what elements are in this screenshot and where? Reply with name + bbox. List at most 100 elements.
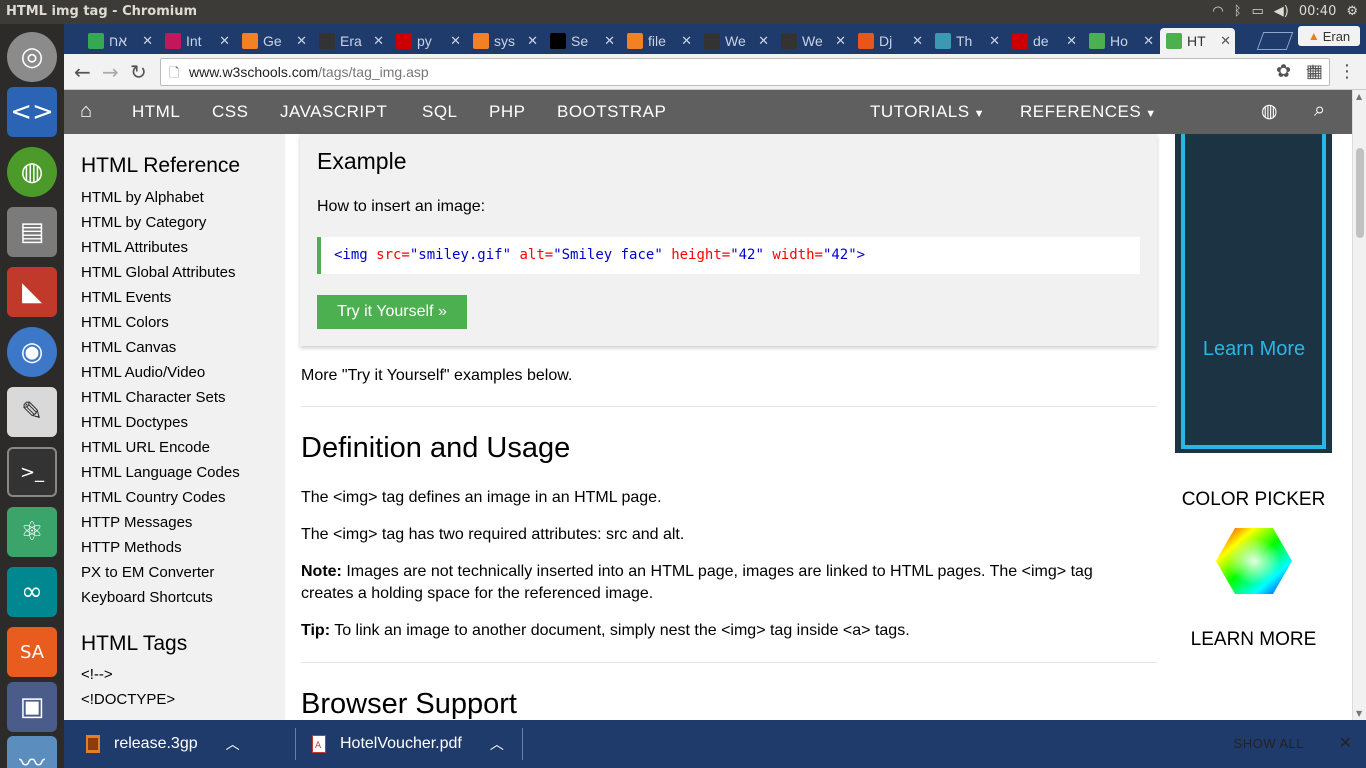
tab-close-icon[interactable]: ✕ (835, 33, 846, 49)
tab-close-icon[interactable]: ✕ (1220, 33, 1231, 49)
red-app-icon[interactable]: ◣ (7, 267, 57, 317)
advertisement[interactable]: Learn More (1175, 134, 1332, 453)
tab-5[interactable]: py ✕ (390, 28, 465, 54)
sidebar-link[interactable]: HTTP Methods (81, 539, 182, 556)
tab-15[interactable]: HT ✕ (1160, 28, 1235, 54)
nav-css[interactable]: CSS (212, 102, 248, 122)
tab-close-icon[interactable]: ✕ (604, 33, 615, 49)
nav-sql[interactable]: SQL (422, 102, 458, 122)
sidebar-link[interactable]: HTTP Messages (81, 514, 192, 531)
settings-gear-icon[interactable]: ⚙ (1346, 4, 1358, 19)
sidebar-link[interactable]: HTML Colors (81, 314, 169, 331)
try-it-yourself-button[interactable]: Try it Yourself » (317, 295, 467, 329)
chevron-up-icon[interactable]: ︿ (490, 734, 504, 754)
back-arrow-icon[interactable]: ← (74, 60, 91, 84)
color-wheel-icon[interactable] (1215, 526, 1293, 596)
nav-html[interactable]: HTML (132, 102, 180, 122)
sidebar-tag-doctype[interactable]: <!DOCTYPE> (81, 691, 175, 708)
tab-2[interactable]: Int ✕ (159, 28, 234, 54)
tab-close-icon[interactable]: ✕ (527, 33, 538, 49)
profile-button[interactable]: ▲ Eran (1298, 26, 1360, 46)
tab-14[interactable]: Ho ✕ (1083, 28, 1158, 54)
tab-12[interactable]: Th ✕ (929, 28, 1004, 54)
nav-tutorials-dropdown[interactable]: TUTORIALS ▼ (870, 102, 985, 122)
ad-learn-more[interactable]: Learn More (1179, 338, 1329, 361)
home-icon[interactable]: ⌂ (80, 100, 92, 123)
sidebar-link[interactable]: PX to EM Converter (81, 564, 214, 581)
tab-close-icon[interactable]: ✕ (1066, 33, 1077, 49)
forward-arrow-icon[interactable]: → (102, 60, 119, 84)
tab-close-icon[interactable]: ✕ (373, 33, 384, 49)
tab-1[interactable]: אח ✕ (82, 28, 157, 54)
remote-desktop-icon[interactable]: ▣ (7, 682, 57, 732)
show-all-downloads-button[interactable]: SHOW ALL (1234, 736, 1304, 751)
nav-php[interactable]: PHP (489, 102, 525, 122)
tab-6[interactable]: sys ✕ (467, 28, 542, 54)
page-info-icon[interactable]: 🗋 (169, 64, 179, 86)
sidebar-link[interactable]: HTML URL Encode (81, 439, 210, 456)
ubuntu-icon[interactable]: ◎ (7, 32, 57, 82)
chevron-up-icon[interactable]: ︿ (226, 734, 240, 754)
tab-close-icon[interactable]: ✕ (681, 33, 692, 49)
apps-grid-icon[interactable]: ▦ (1306, 61, 1323, 82)
tab-4[interactable]: Era ✕ (313, 28, 388, 54)
clock[interactable]: 00:40 (1299, 4, 1336, 19)
arduino-icon[interactable]: ∞ (7, 567, 57, 617)
tab-8[interactable]: file ✕ (621, 28, 696, 54)
page-scrollbar[interactable]: ▲ ▼ (1352, 90, 1366, 720)
tab-close-icon[interactable]: ✕ (758, 33, 769, 49)
tab-13[interactable]: de ✕ (1006, 28, 1081, 54)
system-monitor-icon[interactable]: 〰 (7, 736, 57, 768)
chromium-icon[interactable]: ◉ (7, 327, 57, 377)
tab-11[interactable]: Dj ✕ (852, 28, 927, 54)
tab-close-icon[interactable]: ✕ (450, 33, 461, 49)
download-item-release[interactable]: release.3gp ︿ (86, 720, 240, 768)
sidebar-link[interactable]: HTML by Alphabet (81, 189, 204, 206)
scroll-down-arrow-icon[interactable]: ▼ (1356, 709, 1362, 718)
sidebar-link[interactable]: Keyboard Shortcuts (81, 589, 213, 606)
close-icon[interactable]: ✕ (1339, 733, 1352, 753)
tab-close-icon[interactable]: ✕ (989, 33, 1000, 49)
sidebar-tag-comment[interactable]: <!--> (81, 666, 113, 683)
reload-icon[interactable]: ↻ (130, 60, 147, 84)
sidebar-link[interactable]: HTML Character Sets (81, 389, 226, 406)
color-picker-label[interactable]: COLOR PICKER (1175, 489, 1332, 511)
sidebar-link[interactable]: HTML by Category (81, 214, 206, 231)
extension-icon[interactable]: ✿ (1276, 61, 1291, 82)
tab-close-icon[interactable]: ✕ (912, 33, 923, 49)
nav-bootstrap[interactable]: BOOTSTRAP (557, 102, 666, 122)
search-icon[interactable]: ⌕ (1314, 99, 1326, 122)
tab-close-icon[interactable]: ✕ (219, 33, 230, 49)
file-manager-icon[interactable]: ▤ (7, 207, 57, 257)
tab-close-icon[interactable]: ✕ (1143, 33, 1154, 49)
nav-javascript[interactable]: JAVASCRIPT (280, 102, 387, 122)
tab-10[interactable]: We ✕ (775, 28, 850, 54)
address-bar[interactable]: 🗋 www.w3schools.com/tags/tag_img.asp ☆ (160, 58, 1330, 86)
terminal-icon[interactable]: >_ (7, 447, 57, 497)
scrollbar-thumb[interactable] (1356, 148, 1364, 238)
sidebar-link[interactable]: HTML Audio/Video (81, 364, 205, 381)
new-tab-button[interactable] (1256, 32, 1294, 50)
battery-icon[interactable]: ▭ (1252, 4, 1264, 19)
learn-more-link[interactable]: LEARN MORE (1175, 629, 1332, 651)
sidebar-link[interactable]: HTML Global Attributes (81, 264, 236, 281)
tab-7[interactable]: Se ✕ (544, 28, 619, 54)
wifi-icon[interactable]: ◠ (1212, 4, 1223, 19)
code-editor-icon[interactable]: <> (7, 87, 57, 137)
nav-references-dropdown[interactable]: REFERENCES ▼ (1020, 102, 1157, 122)
url-text[interactable]: www.w3schools.com/tags/tag_img.asp (189, 64, 429, 80)
sidebar-link[interactable]: HTML Country Codes (81, 489, 226, 506)
scroll-up-arrow-icon[interactable]: ▲ (1356, 92, 1362, 101)
sidebar-link[interactable]: HTML Doctypes (81, 414, 188, 431)
volume-icon[interactable]: ◀) (1274, 4, 1289, 19)
sidebar-link[interactable]: HTML Canvas (81, 339, 176, 356)
text-editor-icon[interactable]: ✎ (7, 387, 57, 437)
sidebar-link[interactable]: HTML Language Codes (81, 464, 240, 481)
sidebar-link[interactable]: HTML Events (81, 289, 171, 306)
tab-close-icon[interactable]: ✕ (296, 33, 307, 49)
sidebar-link[interactable]: HTML Attributes (81, 239, 188, 256)
tab-3[interactable]: Ge ✕ (236, 28, 311, 54)
download-item-hotelvoucher[interactable]: A HotelVoucher.pdf ︿ (312, 720, 504, 768)
network-globe-icon[interactable]: ◍ (7, 147, 57, 197)
globe-icon[interactable]: ◍ (1261, 100, 1278, 123)
